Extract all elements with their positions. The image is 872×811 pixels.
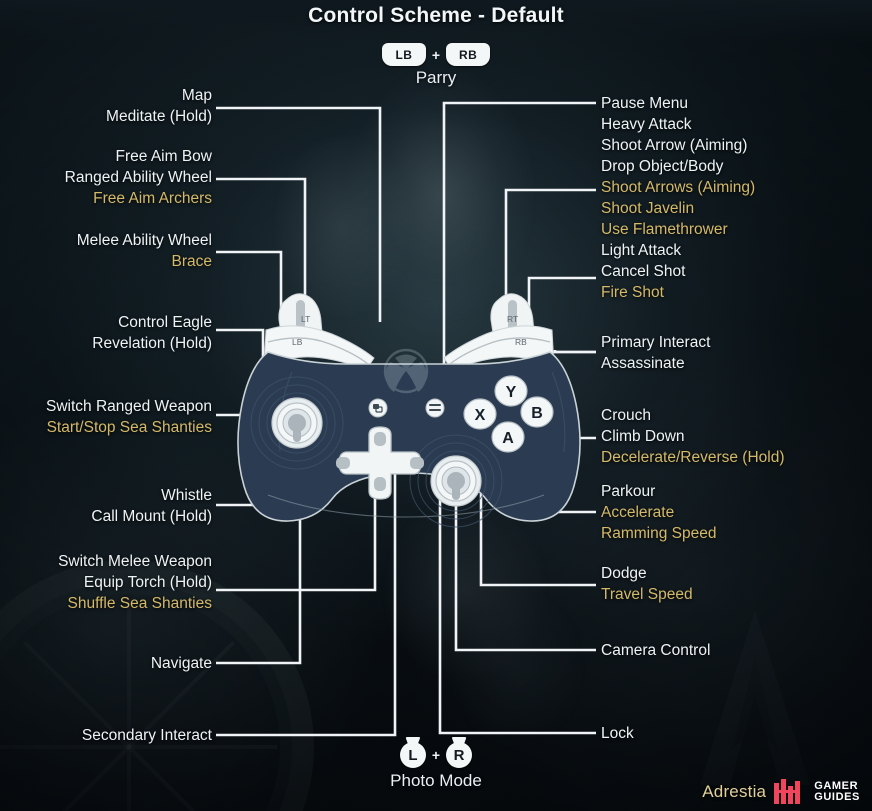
button-label-x: X: [475, 407, 486, 424]
label-line: Lock: [601, 725, 634, 742]
label-dodge: Dodge Travel Speed: [601, 563, 693, 605]
label-line: Meditate (Hold): [106, 108, 212, 125]
page-title: Control Scheme - Default: [308, 4, 564, 27]
label-line: Light Attack: [601, 242, 682, 259]
button-label-y: Y: [506, 384, 517, 401]
label-line: Drop Object/Body: [601, 158, 724, 175]
label-navigate: Navigate: [151, 653, 212, 674]
label-line: Switch Melee Weapon: [58, 553, 212, 570]
label-line: Fire Shot: [601, 284, 664, 301]
label-line: Map: [181, 87, 212, 104]
key-badge-right-stick-click: R: [446, 742, 473, 768]
menu-button: [425, 398, 445, 418]
label-line: Camera Control: [601, 642, 711, 659]
key-badge-lb: LB: [381, 43, 426, 66]
label-map-meditate: Map Meditate (Hold): [106, 85, 212, 127]
label-line: Shoot Arrow (Aiming): [601, 137, 748, 154]
parry-combo: LB + RB Parry: [0, 43, 872, 88]
combo-plus-top: +: [431, 46, 441, 63]
label-line: Cancel Shot: [601, 263, 686, 280]
label-line: Travel Speed: [601, 586, 693, 603]
label-line: Assassinate: [601, 355, 685, 372]
label-line: Dodge: [601, 565, 647, 582]
label-parkour: Parkour Accelerate Ramming Speed: [601, 481, 716, 544]
label-line: Pause Menu: [601, 95, 689, 112]
label-line: Shuffle Sea Shanties: [67, 595, 213, 612]
label-line: Crouch: [601, 407, 651, 424]
label-camera-control: Camera Control: [601, 640, 710, 661]
label-line: Revelation (Hold): [92, 335, 212, 352]
key-badge-rb: RB: [446, 43, 491, 66]
label-line: Melee Ability Wheel: [76, 232, 212, 249]
gamer-guides-wordmark: GAMER GUIDES: [814, 781, 860, 803]
left-analog-stick: [271, 397, 323, 449]
label-line: Free Aim Archers: [93, 190, 212, 207]
footer: Adrestia GAMER GUIDES: [702, 779, 860, 805]
label-line: Free Aim Bow: [115, 148, 212, 165]
button-label-b: B: [531, 405, 543, 422]
label-crouch: Crouch Climb Down Decelerate/Reverse (Hold…: [601, 405, 785, 468]
label-line: Climb Down: [601, 428, 685, 445]
label-line: Navigate: [150, 655, 212, 672]
label-melee-ability-wheel: Melee Ability Wheel Brace: [77, 230, 212, 272]
label-switch-melee-weapon: Switch Melee Weapon Equip Torch (Hold) Shu…: [58, 551, 212, 614]
label-line: Equip Torch (Hold): [83, 574, 212, 591]
controller-label-rt: RT: [507, 314, 518, 324]
label-lock: Lock: [601, 723, 634, 744]
combo-plus-bottom: +: [431, 747, 441, 763]
label-line: Start/Stop Sea Shanties: [46, 419, 212, 436]
control-scheme-diagram: LT LB RT RB Y X B A Control Scheme - Def…: [0, 0, 872, 811]
gamer-guides-logo-icon: [774, 779, 801, 804]
label-line: Switch Ranged Weapon: [45, 398, 212, 415]
label-whistle: Whistle Call Mount (Hold): [91, 485, 212, 527]
controller-label-lb: LB: [292, 337, 303, 347]
label-primary-interact: Primary Interact Assassinate: [601, 332, 710, 374]
label-line: Ramming Speed: [601, 525, 717, 542]
right-analog-stick: [430, 455, 482, 507]
label-pause-menu-group: Pause Menu Heavy Attack Shoot Arrow (Aimin…: [601, 93, 755, 303]
label-line: Control Eagle: [118, 314, 212, 331]
label-line: Shoot Javelin: [601, 200, 695, 217]
label-line: Ranged Ability Wheel: [64, 169, 212, 186]
label-line: Whistle: [161, 487, 212, 504]
label-line: Use Flamethrower: [601, 221, 728, 238]
brand-line-2: GUIDES: [814, 791, 860, 803]
label-line: Accelerate: [601, 504, 675, 521]
label-line: Call Mount (Hold): [91, 508, 212, 525]
label-line: Shoot Arrows (Aiming): [601, 179, 756, 196]
label-secondary-interact: Secondary Interact: [82, 725, 212, 746]
label-line: Primary Interact: [601, 334, 711, 351]
label-control-eagle: Control Eagle Revelation (Hold): [92, 312, 212, 354]
key-badge-left-stick-click: L: [399, 742, 426, 768]
label-line: Decelerate/Reverse (Hold): [601, 449, 785, 466]
label-line: Heavy Attack: [601, 116, 692, 133]
button-label-a: A: [502, 430, 514, 447]
ship-name-label: Adrestia: [702, 782, 767, 801]
label-line: Parkour: [601, 483, 656, 500]
label-switch-ranged-weapon: Switch Ranged Weapon Start/Stop Sea Shant…: [46, 396, 212, 438]
controller-label-lt: LT: [301, 314, 310, 324]
label-line: Secondary Interact: [81, 727, 212, 744]
label-free-aim-bow: Free Aim Bow Ranged Ability Wheel Free Aim…: [65, 146, 212, 209]
controller-label-rb: RB: [515, 337, 527, 347]
view-button: [368, 398, 388, 418]
label-line: Brace: [171, 253, 213, 270]
